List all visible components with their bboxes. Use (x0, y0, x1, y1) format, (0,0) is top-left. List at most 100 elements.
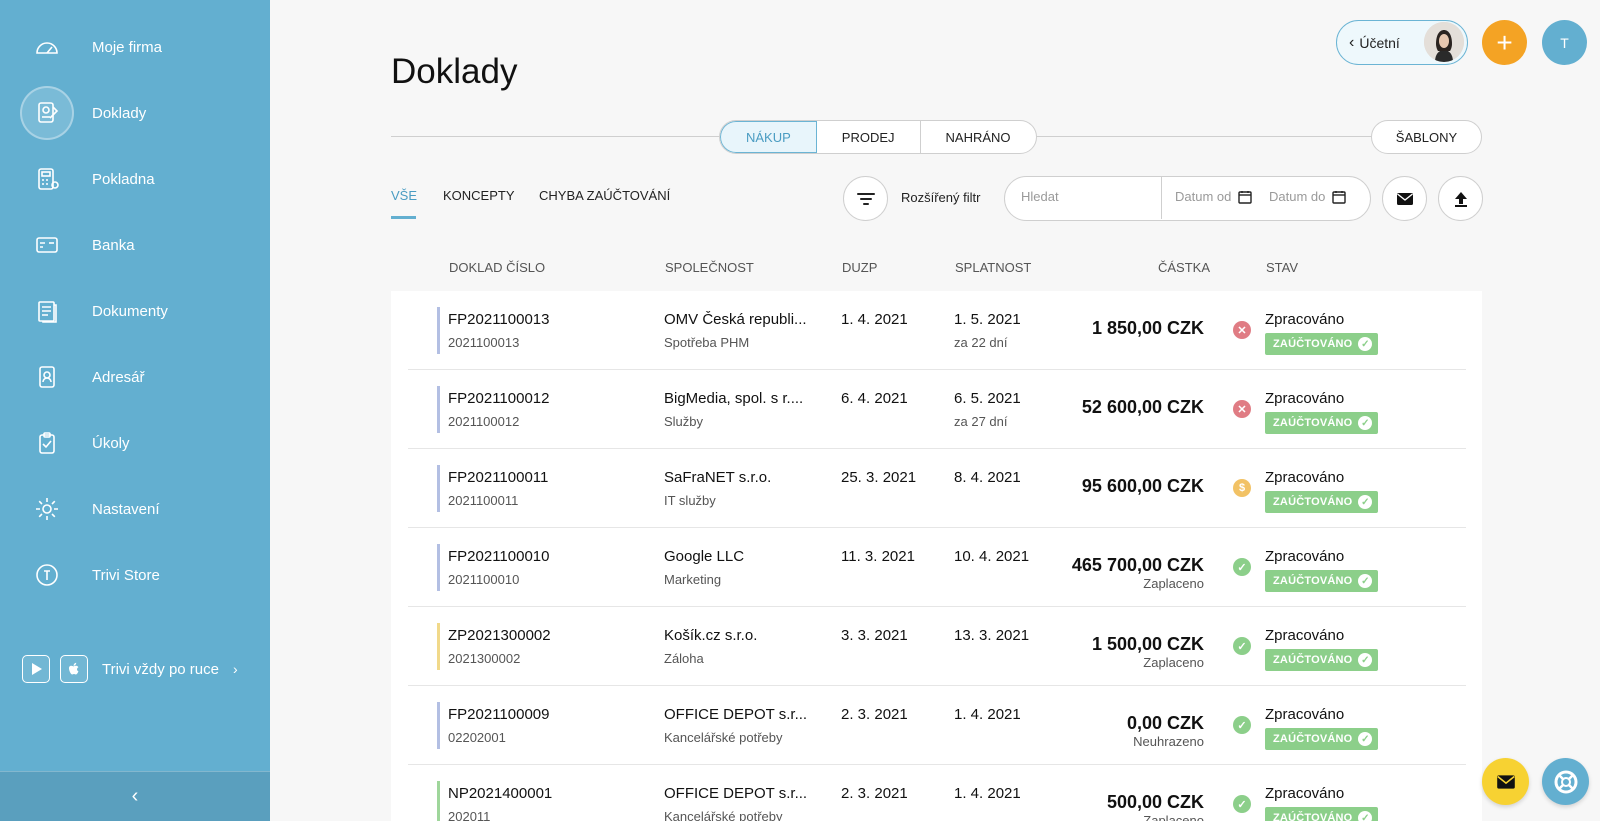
add-button[interactable]: + (1482, 20, 1527, 65)
clipboard-check-icon (20, 416, 74, 470)
divider (391, 136, 721, 137)
sidebar-item-ukoly[interactable]: Úkoly (0, 413, 270, 473)
badge-label: ZAÚČTOVÁNO (1273, 654, 1353, 666)
payment-state: Zaplaceno (1143, 576, 1204, 591)
payment-state: Zaplaceno (1143, 813, 1204, 821)
table-row[interactable]: FP2021100009 02202001 OFFICE DEPOT s.r... K… (408, 686, 1466, 765)
amount: 95 600,00 CZK (1081, 476, 1204, 496)
accountant-label: Účetní (1359, 34, 1400, 51)
sidebar-item-pokladna[interactable]: Pokladna (0, 149, 270, 209)
badge-label: ZAÚČTOVÁNO (1273, 338, 1353, 350)
document-variable-symbol: 2021100012 (448, 414, 520, 429)
status-badge: ZAÚČTOVÁNO ✓ (1265, 412, 1379, 434)
table-row[interactable]: FP2021100012 2021100012 BigMedia, spol. s … (408, 370, 1466, 449)
company-name: OFFICE DEPOT s.r... (664, 706, 808, 723)
user-avatar-button[interactable]: T (1542, 20, 1587, 65)
document-number[interactable]: FP2021100011 (448, 469, 548, 486)
tab-prodej[interactable]: PRODEJ (817, 121, 921, 153)
page-title: Doklady (391, 52, 518, 91)
gauge-icon (20, 20, 74, 74)
table-row[interactable]: FP2021100010 2021100010 Google LLC Marketin… (408, 528, 1466, 607)
subtab-chyba-zauctovani[interactable]: CHYBA ZAÚČTOVÁNÍ (539, 188, 670, 203)
upload-button[interactable] (1438, 176, 1483, 221)
badge-label: ZAÚČTOVÁNO (1273, 496, 1353, 508)
advanced-filter-label[interactable]: Rozšířený filtr (901, 190, 980, 205)
document-number[interactable]: FP2021100009 (448, 706, 549, 723)
chat-button[interactable] (1482, 758, 1529, 805)
subtab-koncepty[interactable]: KONCEPTY (443, 188, 515, 203)
duzp-date: 2. 3. 2021 (841, 706, 908, 723)
row-type-indicator (437, 781, 440, 821)
document-number[interactable]: FP2021100013 (448, 311, 549, 328)
sidebar-item-doklady[interactable]: Doklady (0, 83, 270, 143)
sidebar-item-dokumenty[interactable]: Dokumenty (0, 281, 270, 341)
document-number[interactable]: ZP2021300002 (448, 627, 551, 644)
document-category: Služby (664, 414, 704, 429)
document-number[interactable]: NP2021400001 (448, 785, 552, 802)
status-badge: ZAÚČTOVÁNO ✓ (1265, 333, 1379, 355)
date-from-field[interactable]: Datum od (1175, 189, 1253, 204)
amount: 0,00 CZK (1126, 713, 1204, 733)
sidebar-item-adresar[interactable]: Adresář (0, 347, 270, 407)
column-header-due[interactable]: SPLATNOST (955, 260, 1031, 275)
amount: 465 700,00 CZK (1071, 555, 1204, 575)
due-date: 8. 4. 2021 (954, 469, 1021, 486)
mobile-app-link[interactable]: Trivi vždy po ruce › (22, 655, 238, 683)
search-input[interactable] (1021, 189, 1151, 204)
accountant-button[interactable]: ‹ Účetní (1336, 20, 1468, 65)
tab-nahrano[interactable]: NAHRÁNO (921, 121, 1036, 153)
company-name: SaFraNET s.r.o. (664, 469, 772, 486)
google-play-icon[interactable] (22, 655, 50, 683)
row-type-indicator (437, 702, 440, 749)
subtab-vse[interactable]: VŠE (391, 188, 417, 203)
badge-label: ZAÚČTOVÁNO (1273, 417, 1353, 429)
advanced-filter-button[interactable] (843, 176, 888, 221)
envelope-icon (1396, 192, 1413, 205)
tab-nakup[interactable]: NÁKUP (720, 121, 817, 153)
document-number[interactable]: FP2021100012 (448, 390, 549, 407)
column-header-duzp[interactable]: DUZP (842, 260, 877, 275)
plus-icon: + (1496, 26, 1513, 58)
search-group: Datum od Datum do (1004, 176, 1371, 221)
sidebar-item-trivi-store[interactable]: Trivi Store (0, 545, 270, 605)
sidebar-item-nastaveni[interactable]: Nastavení (0, 479, 270, 539)
email-button[interactable] (1382, 176, 1427, 221)
partial-payment-icon[interactable]: $ (1233, 479, 1251, 497)
due-date: 1. 4. 2021 (954, 706, 1021, 723)
document-category: Kancelářské potřeby (664, 730, 783, 745)
sidebar-item-banka[interactable]: Banka (0, 215, 270, 275)
date-to-field[interactable]: Datum do (1269, 189, 1347, 204)
table-row[interactable]: NP2021400001 202011 OFFICE DEPOT s.r... Kan… (408, 765, 1466, 821)
table-row[interactable]: ZP2021300002 2021300002 Košík.cz s.r.o. Zál… (408, 607, 1466, 686)
table-row[interactable]: FP2021100013 2021100013 OMV Česká republi.… (408, 291, 1466, 370)
column-header-amount[interactable]: ČÁSTKA (1158, 260, 1210, 275)
document-category: Spotřeba PHM (664, 335, 750, 350)
paid-status-icon[interactable]: ✓ (1233, 558, 1251, 576)
paid-status-icon[interactable]: ✓ (1233, 716, 1251, 734)
chevron-left-icon: ‹ (131, 785, 139, 807)
sidebar: Moje firma Doklady Pokladna Banka Dokume… (0, 0, 270, 821)
sidebar-collapse-button[interactable]: ‹ (0, 771, 270, 821)
column-header-number[interactable]: DOKLAD ČÍSLO (449, 260, 545, 275)
paid-status-icon[interactable]: ✓ (1233, 795, 1251, 813)
help-button[interactable] (1542, 758, 1589, 805)
document-number[interactable]: FP2021100010 (448, 548, 549, 565)
paid-status-icon[interactable]: ✓ (1233, 637, 1251, 655)
column-header-company[interactable]: SPOLEČNOST (665, 260, 754, 275)
sidebar-item-moje-firma[interactable]: Moje firma (0, 17, 270, 77)
due-date: 10. 4. 2021 (954, 548, 1030, 565)
table-row[interactable]: FP2021100011 2021100011 SaFraNET s.r.o. IT … (408, 449, 1466, 528)
sidebar-item-label: Nastavení (92, 500, 160, 518)
unpaid-status-icon[interactable]: ✕ (1233, 400, 1251, 418)
templates-button[interactable]: ŠABLONY (1371, 120, 1482, 154)
column-header-status[interactable]: STAV (1266, 260, 1298, 275)
apple-icon[interactable] (60, 655, 88, 683)
unpaid-status-icon[interactable]: ✕ (1233, 321, 1251, 339)
badge-label: ZAÚČTOVÁNO (1273, 733, 1353, 745)
document-category: Marketing (664, 572, 722, 587)
due-remaining: za 27 dní (954, 414, 1008, 429)
documents-table: FP2021100013 2021100013 OMV Česká republi.… (391, 291, 1482, 821)
badge-label: ZAÚČTOVÁNO (1273, 812, 1353, 821)
divider (1030, 136, 1373, 137)
due-date: 1. 5. 2021 (954, 311, 1021, 328)
